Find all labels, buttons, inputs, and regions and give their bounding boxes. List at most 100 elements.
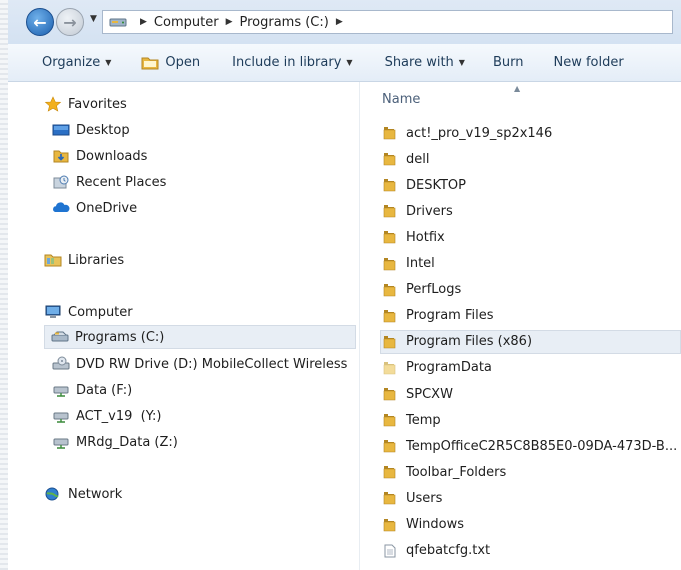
folder-icon: [383, 335, 396, 349]
folder-icon: [383, 205, 396, 218]
nav-item-programs-c[interactable]: Programs (C:): [44, 325, 356, 349]
name-column-header[interactable]: Name: [382, 92, 420, 107]
navigation-bar: ← → ▼ ▶ Computer ▶ Programs (C:) ▶: [8, 0, 681, 44]
libraries-label: Libraries: [68, 252, 125, 268]
nav-item-favorites[interactable]: Favorites: [44, 92, 127, 116]
navigation-pane: Favorites Desktop Downloads Recent Place…: [8, 82, 360, 570]
folder-row[interactable]: ProgramData: [382, 356, 681, 380]
open-button[interactable]: Open: [133, 49, 208, 77]
share-with-button[interactable]: Share with ▼: [377, 49, 473, 77]
file-name: Windows: [406, 517, 465, 532]
organize-button[interactable]: Organize ▼: [34, 49, 119, 77]
sort-ascending-icon: ▲: [514, 84, 521, 93]
torn-edge: [0, 0, 8, 570]
dvd-drive-label: DVD RW Drive (D:) MobileCollect Wireless: [76, 356, 348, 372]
folder-icon: [383, 179, 396, 192]
recent-places-label: Recent Places: [76, 174, 167, 190]
libraries-icon: [44, 254, 62, 267]
nav-item-act-y[interactable]: ACT_v19 (Y:): [52, 404, 161, 428]
new-folder-button[interactable]: New folder: [545, 49, 631, 77]
nav-item-computer[interactable]: Computer: [44, 300, 133, 324]
burn-label: Burn: [492, 55, 524, 70]
nav-item-libraries[interactable]: Libraries: [44, 248, 124, 272]
address-bar[interactable]: ▶ Computer ▶ Programs (C:) ▶: [102, 10, 673, 34]
nav-item-downloads[interactable]: Downloads: [52, 144, 147, 168]
file-name: SPCXW: [406, 386, 453, 402]
burn-button[interactable]: Burn: [485, 49, 532, 77]
breadcrumb-separator-icon[interactable]: ▶: [336, 17, 343, 27]
file-row[interactable]: qfebatcfg.txt: [382, 539, 681, 563]
file-name: Users: [406, 490, 443, 506]
file-name: Drivers: [406, 203, 453, 219]
organize-label: Organize: [42, 55, 101, 70]
nav-item-mrdg-z[interactable]: MRdg_Data (Z:): [52, 430, 178, 454]
folder-row[interactable]: dell: [382, 147, 681, 171]
explorer-window: ← → ▼ ▶ Computer ▶ Programs (C:) ▶ Organ…: [8, 0, 681, 570]
folder-row[interactable]: act!_pro_v19_sp2x146: [382, 121, 681, 145]
network-label: Network: [68, 486, 123, 502]
folder-row[interactable]: Toolbar_Folders: [382, 460, 681, 484]
recent-places-icon: [53, 175, 69, 189]
downloads-label: Downloads: [76, 148, 148, 164]
folder-icon: [383, 388, 396, 401]
chevron-down-icon: ▼: [346, 58, 353, 67]
folder-row[interactable]: Intel: [382, 252, 681, 276]
network-drive-icon: [53, 438, 69, 449]
folder-row[interactable]: TempOfficeC2R5C8B85E0-09DA-473D-B...: [382, 434, 681, 458]
folder-row[interactable]: Users: [382, 486, 681, 510]
text-file-icon: [384, 544, 396, 558]
nav-item-recent-places[interactable]: Recent Places: [52, 170, 166, 194]
back-button[interactable]: ←: [26, 8, 54, 36]
nav-item-dvd-drive[interactable]: DVD RW Drive (D:) MobileCollect Wireless: [52, 352, 347, 376]
folder-icon: [383, 309, 396, 322]
file-name: Intel: [406, 256, 435, 271]
breadcrumb-programs[interactable]: Programs (C:): [239, 15, 328, 30]
folder-row[interactable]: Hotfix: [382, 225, 681, 249]
folder-icon: [383, 466, 396, 479]
recent-pages-dropdown[interactable]: ▼: [90, 14, 97, 24]
folder-icon: [383, 518, 396, 531]
file-list-pane: Name ▲ act!_pro_v19_sp2x146dell DESKTOP Dr…: [360, 82, 681, 570]
name-column-label: Name: [382, 92, 421, 107]
folder-row[interactable]: DESKTOP: [382, 173, 681, 197]
folder-icon: [383, 492, 396, 505]
back-arrow-icon: ←: [33, 12, 47, 32]
programs-c-label: Programs (C:): [75, 329, 165, 345]
dvd-drive-icon: [52, 356, 70, 370]
computer-drive-icon: [109, 18, 127, 27]
desktop-icon: [52, 124, 70, 136]
folder-icon: [383, 257, 396, 270]
share-with-label: Share with: [384, 55, 454, 70]
forward-button[interactable]: →: [56, 8, 84, 36]
desktop-label: Desktop: [76, 122, 130, 138]
folder-row[interactable]: Program Files (x86): [380, 329, 681, 354]
nav-item-data-f[interactable]: Data (F:): [52, 378, 132, 402]
include-in-library-button[interactable]: Include in library ▼: [224, 49, 360, 77]
file-name: qfebatcfg.txt: [406, 543, 491, 559]
folder-icon: [383, 361, 396, 375]
folder-icon: [383, 153, 396, 166]
folder-row[interactable]: Windows: [382, 513, 681, 537]
folder-row[interactable]: Drivers: [382, 199, 681, 223]
folder-row[interactable]: Temp: [382, 408, 681, 432]
star-icon: [44, 96, 62, 112]
downloads-folder-icon: [53, 150, 69, 163]
open-label: Open: [165, 55, 201, 70]
include-in-library-label: Include in library: [232, 55, 342, 70]
nav-item-onedrive[interactable]: OneDrive: [52, 196, 137, 220]
file-name: DESKTOP: [406, 177, 467, 193]
breadcrumb-separator-icon[interactable]: ▶: [140, 17, 147, 27]
folder-icon: [383, 231, 396, 244]
breadcrumb-separator-icon[interactable]: ▶: [226, 17, 233, 27]
folder-row[interactable]: Program Files: [382, 304, 681, 328]
folder-row[interactable]: PerfLogs: [382, 278, 681, 302]
nav-item-network[interactable]: Network: [44, 482, 122, 506]
folder-row[interactable]: SPCXW: [382, 382, 681, 406]
chevron-down-icon: ▼: [105, 58, 112, 67]
network-drive-icon: [53, 386, 69, 397]
file-name: Program Files: [406, 308, 494, 324]
network-drive-icon: [53, 412, 69, 423]
nav-item-desktop[interactable]: Desktop: [52, 118, 130, 142]
file-name: dell: [406, 151, 430, 167]
breadcrumb-computer[interactable]: Computer: [154, 15, 219, 30]
